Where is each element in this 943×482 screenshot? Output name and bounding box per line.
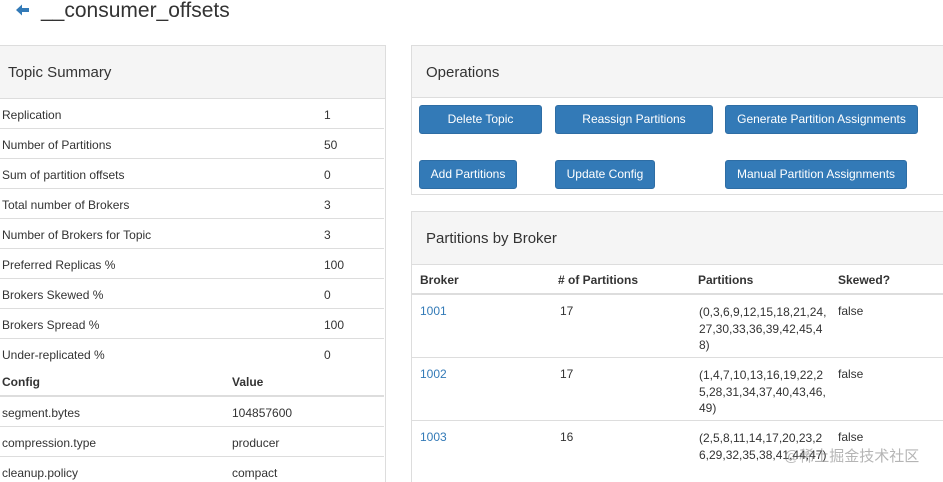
operations-heading: Operations <box>412 46 943 98</box>
summary-value: 50 <box>324 138 338 152</box>
table-row: 1002 17 (1,4,7,10,13,16,19,22,25,28,31,3… <box>412 358 943 421</box>
config-row-compression-type: compression.type producer <box>0 427 384 457</box>
summary-label: Total number of Brokers <box>2 198 130 212</box>
config-value: compact <box>232 466 278 480</box>
summary-label: Sum of partition offsets <box>2 168 125 182</box>
config-row-segment-bytes: segment.bytes 104857600 <box>0 397 384 427</box>
summary-row-under-replicated: Under-replicated % 0 <box>0 339 384 369</box>
summary-value: 3 <box>324 198 331 212</box>
summary-value: 0 <box>324 348 331 362</box>
partition-count: 16 <box>560 430 574 444</box>
config-table-header: Config Value <box>0 369 384 397</box>
topic-summary-panel: Topic Summary Replication 1 Number of Pa… <box>0 45 386 482</box>
broker-link[interactable]: 1002 <box>420 367 447 381</box>
summary-row-sum-of-partition-offsets: Sum of partition offsets 0 <box>0 159 384 189</box>
skewed-value: false <box>838 430 864 444</box>
partitions-by-broker-heading: Partitions by Broker <box>412 212 943 265</box>
summary-row-brokers-skewed: Brokers Skewed % 0 <box>0 279 384 309</box>
summary-value: 100 <box>324 258 345 272</box>
config-key: cleanup.policy <box>2 466 79 480</box>
broker-column-header: Broker <box>420 273 459 287</box>
partitions-by-broker-panel: Partitions by Broker Broker # of Partiti… <box>411 211 943 482</box>
value-column-header: Value <box>232 375 264 389</box>
skewed-value: false <box>838 304 864 318</box>
table-row: 1001 17 (0,3,6,9,12,15,18,21,24,27,30,33… <box>412 295 943 358</box>
summary-label: Brokers Skewed % <box>2 288 104 302</box>
partition-list: (0,3,6,9,12,15,18,21,24,27,30,33,36,39,4… <box>699 305 827 352</box>
delete-topic-button[interactable]: Delete Topic <box>419 105 542 134</box>
partitions-column-header: Partitions <box>698 273 754 287</box>
skewed-value: false <box>838 367 864 381</box>
config-row-cleanup-policy: cleanup.policy compact <box>0 457 384 482</box>
partition-list: (2,5,8,11,14,17,20,23,26,29,32,35,38,41,… <box>699 431 827 462</box>
partition-list: (1,4,7,10,13,16,19,22,25,28,31,34,37,40,… <box>699 368 826 415</box>
manual-partition-assignments-button[interactable]: Manual Partition Assignments <box>725 160 907 189</box>
partition-count: 17 <box>560 367 574 381</box>
summary-label: Replication <box>2 108 62 122</box>
config-column-header: Config <box>2 375 40 389</box>
config-value: producer <box>232 436 280 450</box>
reassign-partitions-button[interactable]: Reassign Partitions <box>555 105 713 134</box>
page-title: __consumer_offsets <box>41 0 230 22</box>
summary-row-preferred-replicas: Preferred Replicas % 100 <box>0 249 384 279</box>
summary-value: 0 <box>324 168 331 182</box>
config-key: segment.bytes <box>2 406 81 420</box>
partition-count: 17 <box>560 304 574 318</box>
summary-row-brokers-for-topic: Number of Brokers for Topic 3 <box>0 219 384 249</box>
table-row: 1003 16 (2,5,8,11,14,17,20,23,26,29,32,3… <box>412 421 943 482</box>
summary-row-number-of-partitions: Number of Partitions 50 <box>0 129 384 159</box>
summary-label: Number of Brokers for Topic <box>2 228 152 242</box>
partitions-by-broker-table-header: Broker # of Partitions Partitions Skewed… <box>412 265 943 295</box>
update-config-button[interactable]: Update Config <box>555 160 655 189</box>
broker-link[interactable]: 1001 <box>420 304 447 318</box>
summary-value: 100 <box>324 318 345 332</box>
summary-label: Under-replicated % <box>2 348 105 362</box>
generate-partition-assignments-button[interactable]: Generate Partition Assignments <box>725 105 918 134</box>
config-value: 104857600 <box>232 406 293 420</box>
summary-value: 0 <box>324 288 331 302</box>
broker-link[interactable]: 1003 <box>420 430 447 444</box>
title-bar: __consumer_offsets <box>0 0 943 30</box>
summary-row-total-brokers: Total number of Brokers 3 <box>0 189 384 219</box>
add-partitions-button[interactable]: Add Partitions <box>419 160 517 189</box>
skewed-column-header: Skewed? <box>838 273 891 287</box>
summary-label: Brokers Spread % <box>2 318 100 332</box>
summary-label: Number of Partitions <box>2 138 112 152</box>
operations-panel: Operations Delete Topic Reassign Partiti… <box>411 45 943 195</box>
summary-label: Preferred Replicas % <box>2 258 116 272</box>
topic-summary-heading: Topic Summary <box>0 46 385 99</box>
summary-row-brokers-spread: Brokers Spread % 100 <box>0 309 384 339</box>
summary-value: 1 <box>324 108 331 122</box>
config-key: compression.type <box>2 436 97 450</box>
back-arrow-icon[interactable] <box>16 4 32 20</box>
partition-count-column-header: # of Partitions <box>558 273 639 287</box>
summary-row-replication: Replication 1 <box>0 99 384 129</box>
summary-value: 3 <box>324 228 331 242</box>
